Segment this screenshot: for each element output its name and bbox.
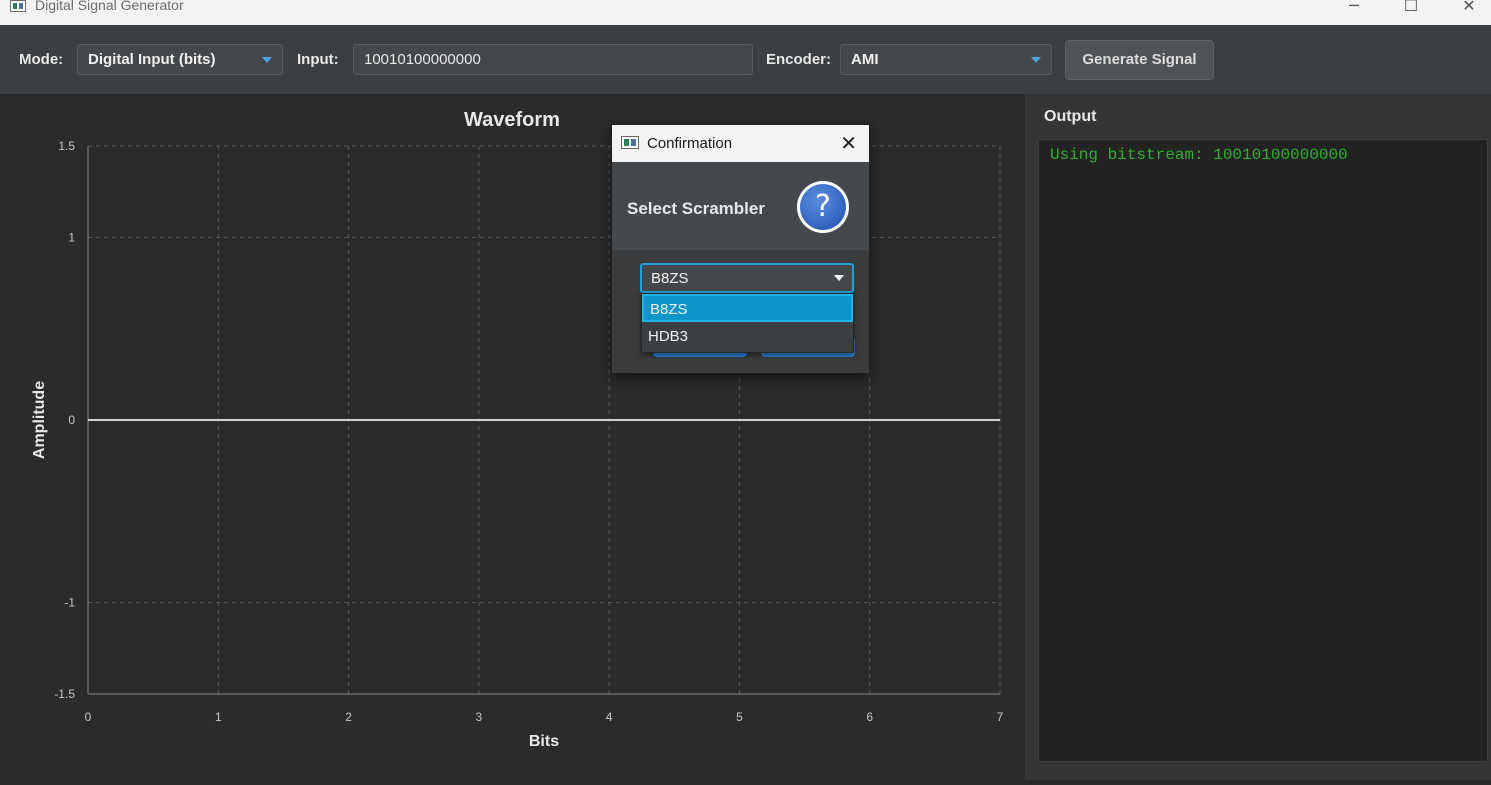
- waveform-chart: Waveform 0 1 2 3 4 5 6 7 1.5 1 0 -1 -1.5 Bits Amplit…: [31, 109, 1004, 750]
- chart-title: Waveform: [464, 109, 560, 131]
- x-axis-label: Bits: [529, 733, 559, 750]
- input-label: Input:: [297, 51, 339, 68]
- encoder-dropdown-value: AMI: [851, 51, 879, 68]
- toolbar: Mode: Digital Input (bits) Input: 100101…: [0, 25, 1491, 94]
- chevron-down-icon: [262, 57, 272, 63]
- dialog-titlebar: Confirmation ✕: [612, 125, 869, 162]
- dialog-title: Confirmation: [647, 135, 733, 152]
- mode-dropdown-value: Digital Input (bits): [88, 51, 216, 68]
- waveform-chart-panel: Waveform 0 1 2 3 4 5 6 7 1.5 1 0 -1 -1.5 Bits Amplit…: [0, 94, 1025, 780]
- encoder-label: Encoder:: [766, 51, 832, 68]
- x-tick-label: 6: [866, 710, 873, 724]
- y-tick-label: -1: [64, 596, 75, 610]
- mode-label: Mode:: [19, 51, 64, 68]
- close-icon[interactable]: ✕: [840, 131, 857, 155]
- x-tick-label: 3: [476, 710, 483, 724]
- maximize-icon[interactable]: ☐: [1388, 0, 1434, 18]
- dialog-header: Select Scrambler ?: [612, 162, 869, 250]
- app-icon: [10, 0, 26, 12]
- x-tick-label: 5: [736, 710, 743, 724]
- mode-dropdown[interactable]: Digital Input (bits): [77, 44, 283, 75]
- chevron-down-icon: [834, 275, 844, 281]
- output-console[interactable]: Using bitstream: 10010100000000: [1038, 139, 1488, 762]
- app-icon: [621, 136, 639, 149]
- help-icon: ?: [797, 181, 849, 233]
- scrambler-option-b8zs[interactable]: B8ZS: [642, 294, 853, 322]
- generate-signal-button[interactable]: Generate Signal: [1065, 40, 1214, 80]
- minimize-icon[interactable]: ─: [1331, 0, 1377, 18]
- close-icon[interactable]: ✕: [1446, 0, 1491, 18]
- window-titlebar: Digital Signal Generator ─ ☐ ✕: [0, 0, 1491, 25]
- x-tick-label: 4: [606, 710, 613, 724]
- x-tick-label: 2: [345, 710, 352, 724]
- output-panel: Output Using bitstream: 10010100000000: [1025, 94, 1491, 780]
- output-label: Output: [1044, 108, 1097, 125]
- x-tick-label: 7: [997, 710, 1004, 724]
- y-tick-label: 1: [68, 230, 75, 244]
- scrambler-dropdown-value: B8ZS: [651, 270, 689, 287]
- x-tick-label: 1: [215, 710, 222, 724]
- window-title: Digital Signal Generator: [35, 0, 184, 13]
- chevron-down-icon: [1031, 57, 1041, 63]
- bits-input[interactable]: 10010100000000: [353, 44, 753, 75]
- y-tick-label: -1.5: [54, 687, 75, 701]
- output-line: Using bitstream: 10010100000000: [1050, 146, 1348, 164]
- dialog-header-text: Select Scrambler: [627, 199, 765, 218]
- confirmation-dialog: Confirmation ✕ Select Scrambler ? B8ZS B…: [611, 124, 870, 374]
- y-tick-label: 0: [68, 413, 75, 427]
- scrambler-option-hdb3[interactable]: HDB3: [642, 323, 853, 351]
- scrambler-options-list: B8ZS HDB3: [641, 293, 854, 353]
- scrambler-dropdown[interactable]: B8ZS: [640, 263, 854, 293]
- y-axis-label: Amplitude: [31, 381, 48, 459]
- encoder-dropdown[interactable]: AMI: [840, 44, 1052, 75]
- x-tick-label: 0: [85, 710, 92, 724]
- y-tick-label: 1.5: [58, 139, 75, 153]
